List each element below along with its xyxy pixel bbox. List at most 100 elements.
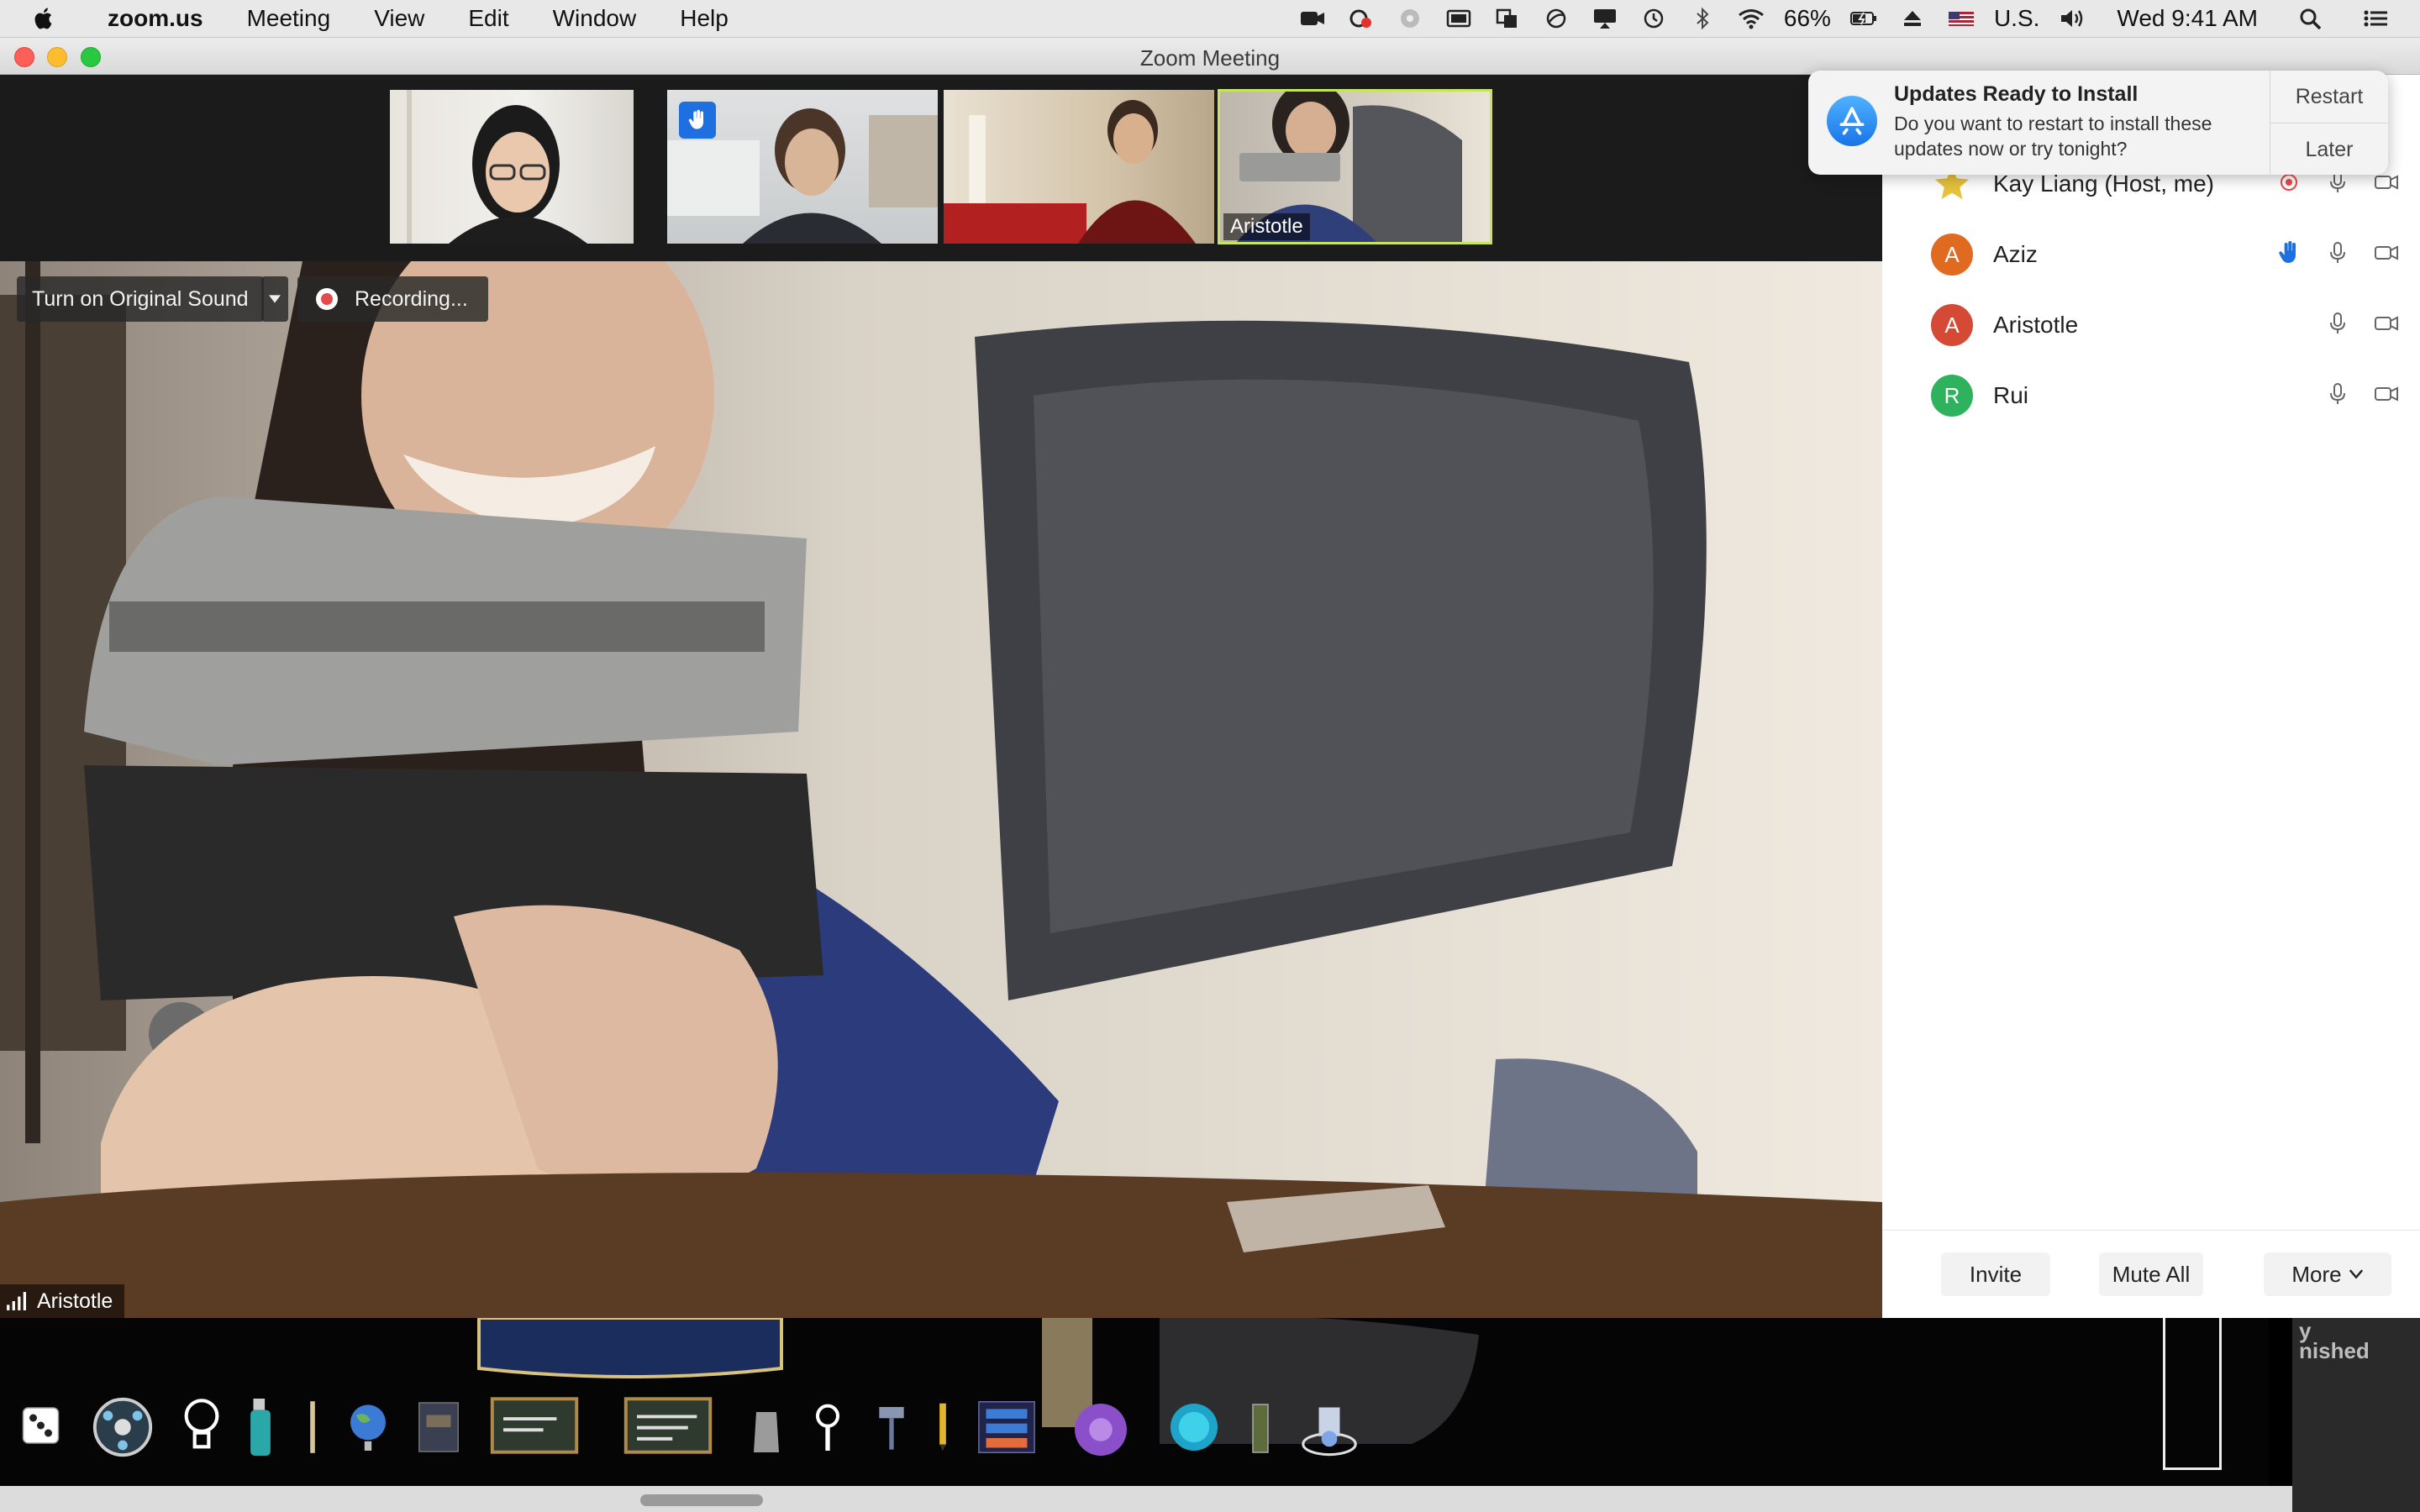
notification-body: Do you want to restart to install these … [1894, 113, 2212, 160]
orb-icon [1170, 1403, 1218, 1452]
scrollbar-thumb[interactable] [640, 1494, 763, 1506]
participant-row[interactable]: A Aristotle [1882, 290, 2420, 360]
menu-help[interactable]: Help [658, 5, 750, 32]
creative-cloud-icon[interactable] [1346, 6, 1376, 31]
status-area: 66% U.S. Wed 9:41 AM [1288, 0, 2420, 37]
signal-strength-icon [7, 1292, 26, 1310]
video-thumbnail[interactable] [944, 90, 1214, 244]
dock-item[interactable] [487, 1392, 581, 1459]
copy-icon[interactable] [1492, 6, 1523, 31]
more-button[interactable]: More [2264, 1252, 2391, 1296]
microphone-icon[interactable] [2324, 381, 2351, 412]
dock-item[interactable] [15, 1392, 69, 1459]
raised-hand-icon [2275, 239, 2302, 270]
dock-trash-slot[interactable] [2163, 1318, 2222, 1470]
dock-item[interactable] [1294, 1392, 1365, 1467]
dock-item[interactable] [412, 1392, 466, 1462]
airplay-icon[interactable] [1590, 6, 1620, 31]
dock-item[interactable] [1059, 1392, 1143, 1467]
globe-icon [350, 1404, 386, 1451]
original-sound-label: Turn on Original Sound [32, 286, 249, 311]
dock-item[interactable] [613, 1392, 723, 1459]
screen-share-icon[interactable] [1395, 6, 1425, 31]
main-video[interactable]: Turn on Original Sound Recording... Aris… [0, 261, 1882, 1318]
display-icon[interactable] [1444, 6, 1474, 31]
dock-item[interactable] [928, 1392, 958, 1462]
microphone-icon[interactable] [2324, 310, 2351, 341]
microphone-icon[interactable] [2324, 239, 2351, 270]
wifi-icon[interactable] [1736, 6, 1766, 31]
restart-button[interactable]: Restart [2270, 71, 2388, 123]
camera-icon[interactable] [2373, 381, 2400, 412]
participant-row[interactable]: R Rui [1882, 360, 2420, 431]
invite-button[interactable]: Invite [1941, 1252, 2050, 1296]
thumbnail-strip: Aristotle [0, 75, 1882, 261]
background-window-fragment: y nished [2292, 1318, 2420, 1512]
apple-icon[interactable] [32, 2, 66, 35]
chalkboard-icon [623, 1397, 713, 1454]
sync-icon[interactable] [1541, 6, 1571, 31]
battery-icon[interactable] [1849, 6, 1879, 31]
input-source[interactable]: U.S. [1994, 5, 2039, 32]
video-thumbnail[interactable] [667, 90, 938, 244]
book-icon [418, 1402, 459, 1452]
dock-item[interactable] [244, 1392, 277, 1462]
dock-item[interactable] [871, 1392, 913, 1462]
bluetooth-icon[interactable] [1687, 6, 1718, 31]
update-notification[interactable]: Updates Ready to Install Do you want to … [1808, 71, 2388, 175]
video-thumbnail[interactable] [390, 90, 634, 244]
dock-item[interactable] [1165, 1392, 1223, 1462]
notification-actions: Restart Later [2270, 71, 2388, 175]
chevron-down-icon [2349, 1269, 2363, 1279]
horizontal-scrollbar[interactable] [0, 1486, 2294, 1512]
dock-item[interactable] [975, 1392, 1039, 1462]
robot-icon [1302, 1407, 1357, 1457]
avatar: R [1931, 375, 1973, 417]
dock-item[interactable] [87, 1392, 158, 1462]
dock-item[interactable] [1245, 1392, 1276, 1462]
volume-icon[interactable] [2057, 6, 2087, 31]
thumbnail-name: Aristotle [1223, 213, 1310, 240]
participant-row[interactable]: A Aziz [1882, 219, 2420, 290]
background-text: nished [2299, 1338, 2370, 1363]
later-button[interactable]: Later [2270, 123, 2388, 175]
eject-icon[interactable] [1897, 6, 1928, 31]
recording-indicator[interactable]: Recording... [297, 276, 488, 322]
notification-center-icon[interactable] [2360, 6, 2391, 31]
spray-bottle-icon [250, 1399, 271, 1456]
menu-window[interactable]: Window [531, 5, 659, 32]
menu-app-name[interactable]: zoom.us [86, 5, 225, 32]
avatar: A [1931, 304, 1973, 346]
lightbulb-icon [184, 1399, 219, 1449]
video-thumbnail-active[interactable]: Aristotle [1218, 89, 1492, 244]
dial-icon [92, 1397, 153, 1457]
original-sound-dropdown[interactable] [261, 276, 288, 322]
menu-meeting[interactable]: Meeting [225, 5, 353, 32]
participant-name: Aristotle [1993, 312, 2079, 338]
dock-item[interactable] [807, 1392, 849, 1462]
camera-icon[interactable] [2373, 310, 2400, 341]
dock-item[interactable] [176, 1392, 227, 1462]
dock-item[interactable] [302, 1392, 323, 1462]
spotlight-icon[interactable] [2296, 6, 2326, 31]
participant-name: Aziz [1993, 241, 2038, 267]
dock-item[interactable] [343, 1392, 393, 1462]
recording-label: Recording... [355, 286, 468, 311]
dock-area: y nished [0, 1318, 2420, 1512]
app-store-icon [1827, 96, 1877, 146]
zoom-video-icon[interactable] [1297, 6, 1328, 31]
pencil-icon [939, 1403, 946, 1452]
flag-icon[interactable] [1946, 6, 1976, 31]
more-label: More [2291, 1261, 2342, 1287]
camera-icon[interactable] [2373, 239, 2400, 270]
time-machine-icon[interactable] [1639, 6, 1669, 31]
magnifier-icon [816, 1404, 839, 1451]
clock[interactable]: Wed 9:41 AM [2117, 5, 2258, 32]
original-sound-button[interactable]: Turn on Original Sound [17, 276, 264, 322]
menu-edit[interactable]: Edit [446, 5, 530, 32]
mute-all-button[interactable]: Mute All [2099, 1252, 2203, 1296]
menu-view[interactable]: View [352, 5, 446, 32]
dock-item[interactable] [748, 1392, 785, 1462]
bag-icon [754, 1412, 779, 1452]
video-frame [0, 261, 1882, 1318]
